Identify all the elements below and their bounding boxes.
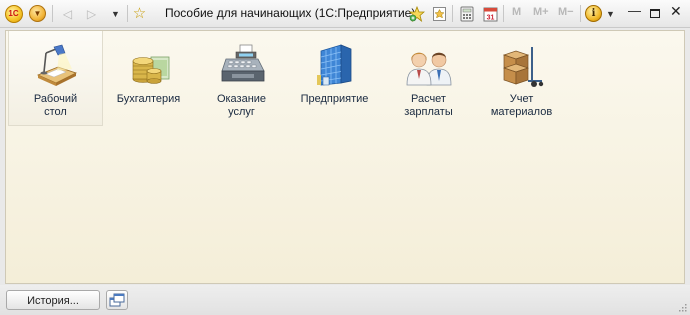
section-label: Бухгалтерия: [116, 93, 181, 105]
title-bar: 1С ▼ ◁ ▷ ▼ ☆ Пособие для начинающих (1С:…: [0, 0, 690, 28]
cash-register-icon: [220, 44, 265, 82]
toolbar-separator: [580, 5, 581, 22]
office-building-icon: [316, 44, 351, 86]
memory-store-button[interactable]: M: [512, 6, 521, 18]
toolbar-separator: [127, 5, 128, 22]
svg-text:31: 31: [487, 14, 495, 21]
section-label: Оказание услуг: [216, 93, 267, 118]
arrow-right-icon: ▷: [86, 6, 97, 21]
star-icon: ☆: [132, 5, 147, 22]
main-menu-button[interactable]: ▼: [28, 4, 47, 23]
maximize-button[interactable]: [645, 4, 664, 23]
back-button[interactable]: ◁: [58, 4, 77, 23]
section-label: Предприятие: [300, 93, 369, 105]
forward-button[interactable]: ▷: [82, 4, 101, 23]
section-enterprise[interactable]: Предприятие: [287, 31, 382, 126]
sections-panel: Рабочий стол Бухгалтерия Оказание услуг …: [5, 30, 685, 284]
logo-1c-badge: 1С: [4, 4, 23, 23]
calendar-button[interactable]: 31: [481, 4, 500, 23]
resize-grip-icon[interactable]: [678, 303, 687, 312]
calculator-icon: [460, 6, 473, 21]
boxes-cart-icon: [502, 47, 543, 87]
toolbar-separator: [52, 5, 53, 22]
toolbar-separator: [503, 5, 504, 22]
info-icon: i: [585, 5, 602, 22]
toolbar-separator: [452, 5, 453, 22]
section-label: Учет материалов: [490, 93, 553, 118]
employees-icon: [406, 52, 451, 86]
bottom-bar: История...: [0, 285, 690, 315]
minimize-icon[interactable]: —: [628, 3, 641, 18]
section-payroll[interactable]: Расчет зарплаты: [381, 31, 476, 126]
history-button[interactable]: История...: [6, 290, 100, 310]
section-services[interactable]: Оказание услуг: [194, 31, 289, 126]
chevron-down-icon: ▼: [29, 5, 46, 22]
memory-add-button[interactable]: M+: [533, 6, 549, 18]
windows-icon: [109, 293, 125, 307]
windows-button[interactable]: [106, 290, 128, 310]
bookmark-button[interactable]: [430, 4, 449, 23]
dropdown-arrow-icon: ▼: [111, 8, 120, 19]
section-desktop[interactable]: Рабочий стол: [8, 31, 103, 126]
history-dropdown-button[interactable]: ▼: [106, 4, 125, 23]
info-dropdown-button[interactable]: ▼: [601, 4, 620, 23]
section-materials[interactable]: Учет материалов: [474, 31, 569, 126]
section-label: Расчет зарплаты: [404, 93, 453, 118]
calendar-icon: 31: [483, 7, 498, 21]
coins-icon: [132, 56, 169, 84]
dropdown-arrow-icon: ▼: [606, 8, 615, 19]
section-label: Рабочий стол: [33, 93, 78, 118]
desk-lamp-icon: [36, 44, 77, 86]
app-logo-icon[interactable]: 1С: [4, 4, 23, 23]
favorites-button[interactable]: ☆: [130, 4, 149, 23]
memory-subtract-button[interactable]: M−: [558, 6, 574, 18]
calculator-button[interactable]: [457, 4, 476, 23]
window-title: Пособие для начинающих (1С:Предприятие): [165, 6, 416, 20]
close-icon[interactable]: ✕: [670, 3, 682, 20]
section-accounting[interactable]: Бухгалтерия: [101, 31, 196, 126]
star-add-icon: [408, 5, 425, 22]
maximize-icon: [649, 9, 660, 18]
bookmark-icon: [433, 6, 446, 21]
arrow-left-icon: ◁: [62, 6, 73, 21]
add-to-favorites-button[interactable]: [407, 4, 426, 23]
